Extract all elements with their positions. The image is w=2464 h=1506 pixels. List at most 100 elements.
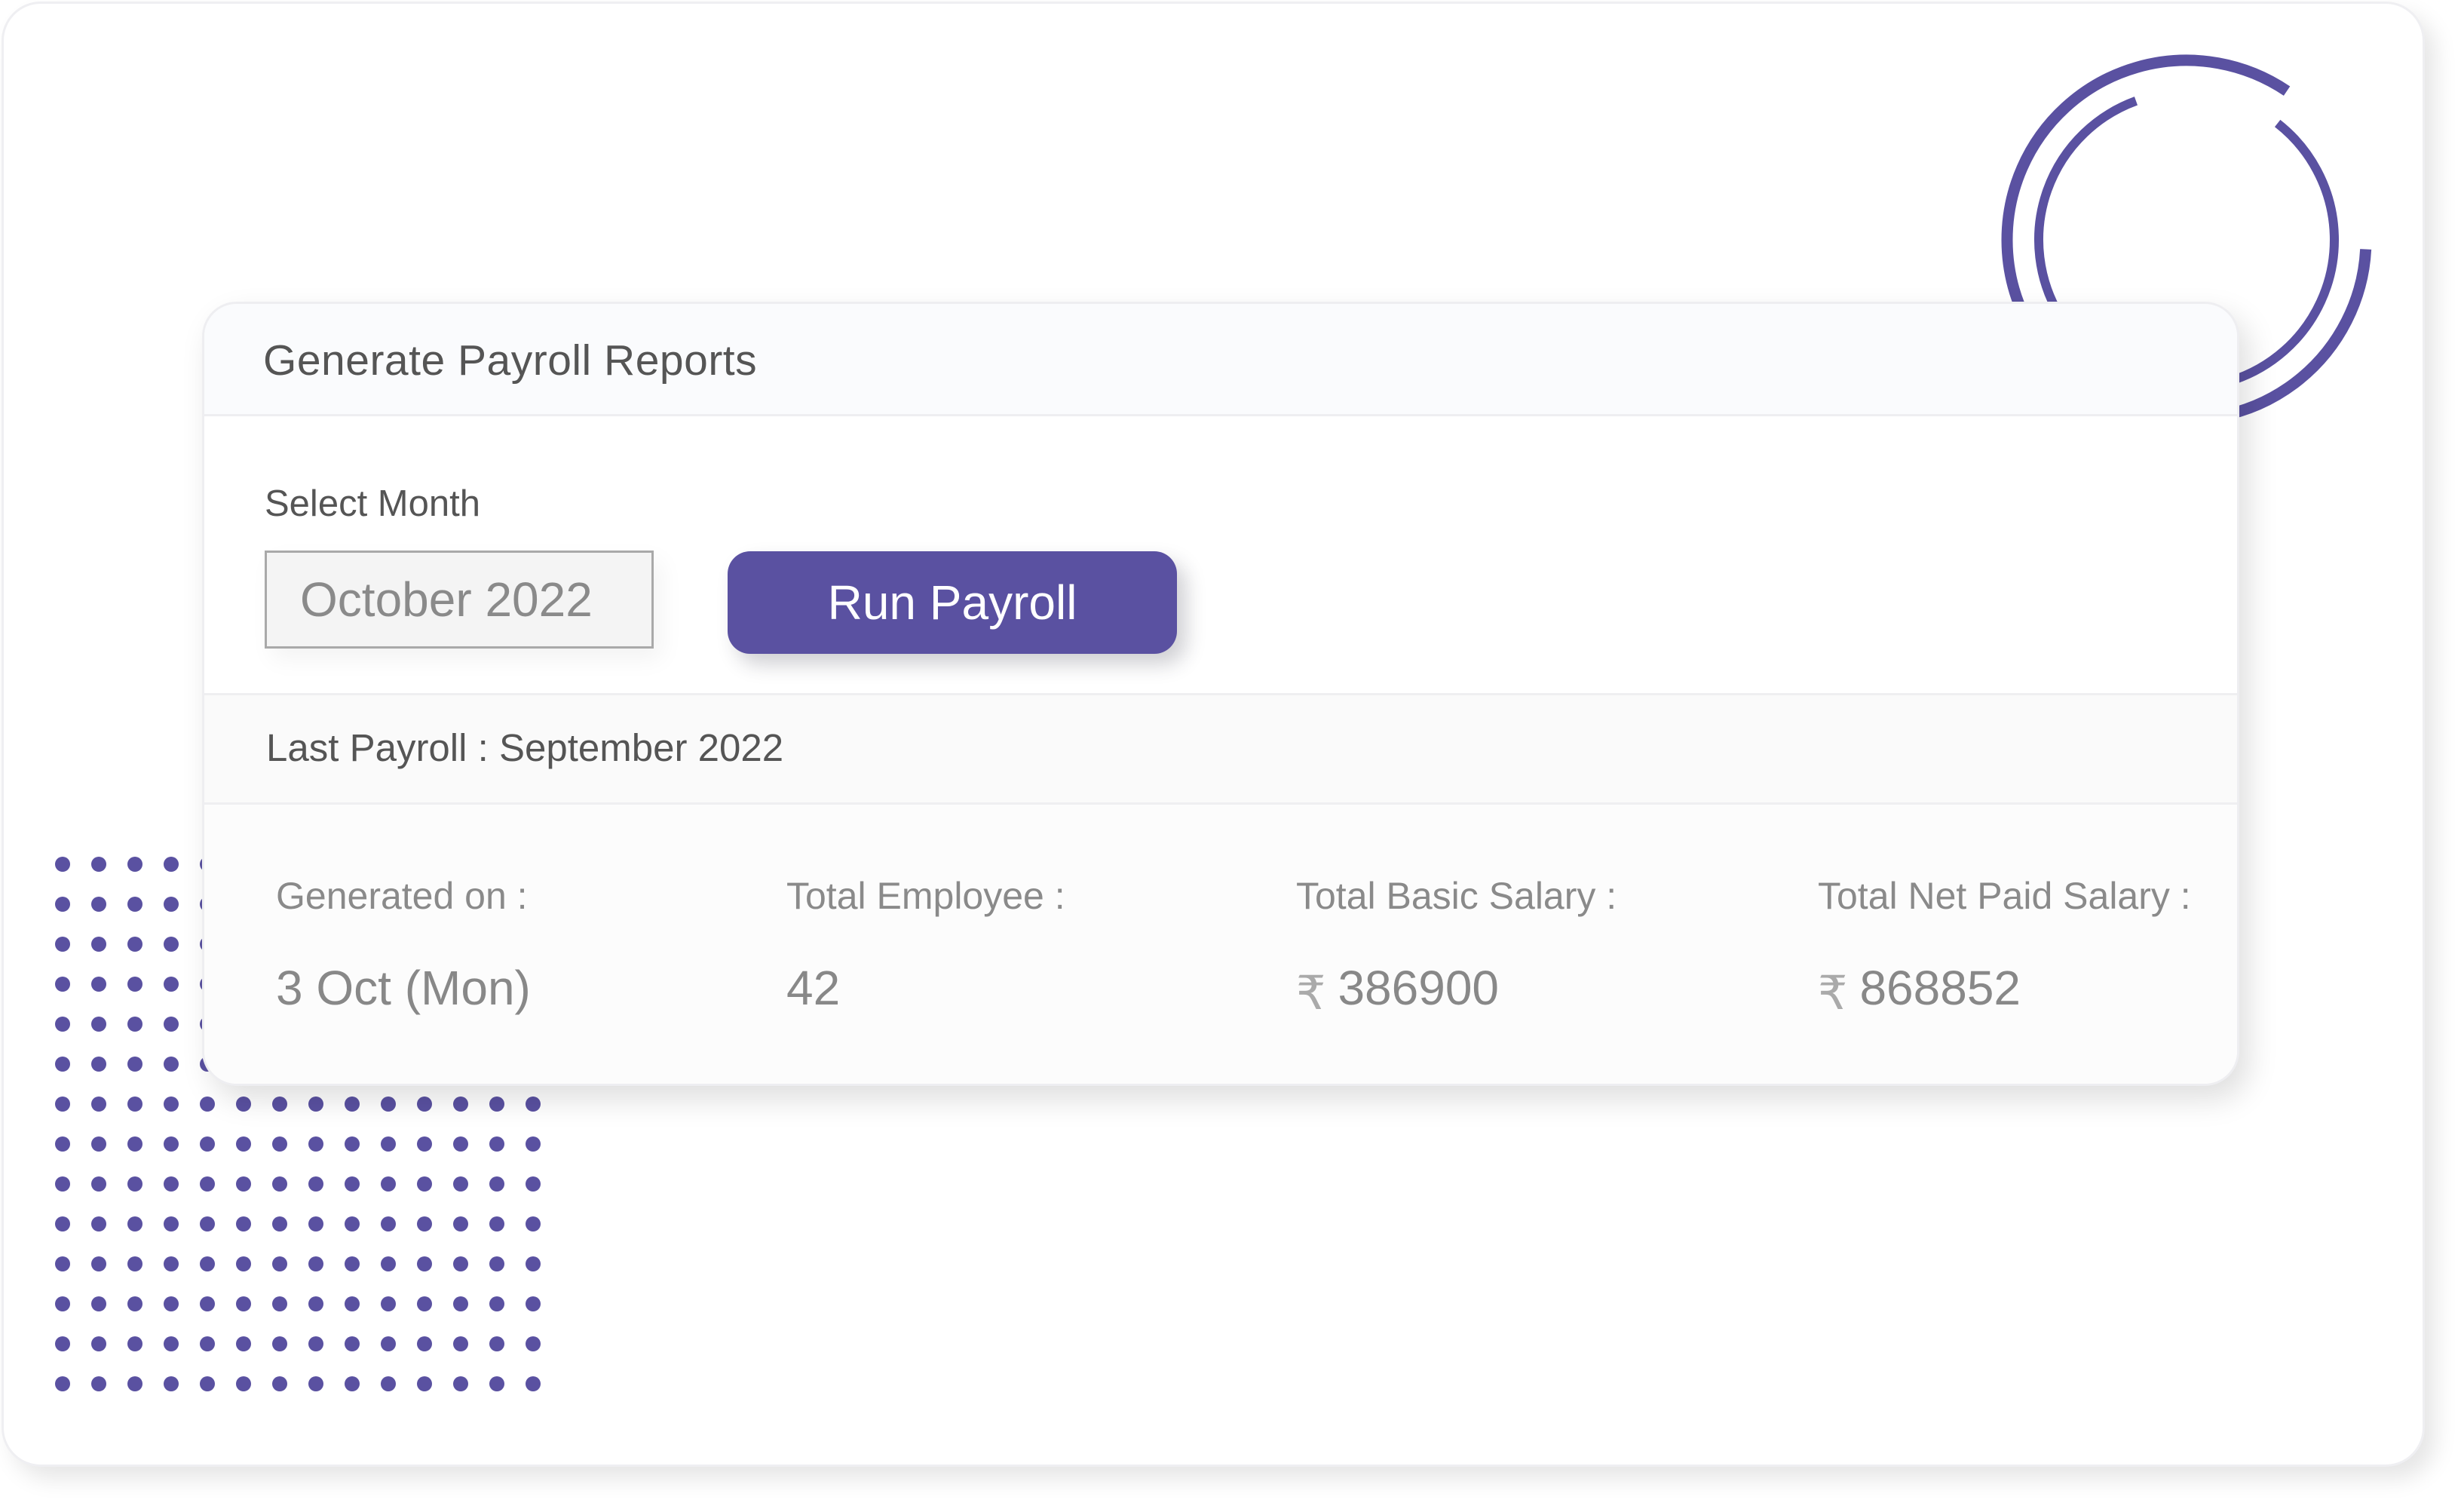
grid-dot [345,1376,360,1391]
grid-dot [55,1296,70,1311]
grid-dot [164,857,179,872]
grid-dot [55,1176,70,1192]
grid-dot [453,1097,468,1112]
grid-dot [127,937,143,952]
grid-dot [489,1256,504,1271]
stat-label: Total Net Paid Salary : [1818,875,2191,917]
grid-dot [526,1256,541,1271]
stat-value-text: 3 Oct (Mon) [276,961,531,1015]
grid-dot [453,1336,468,1351]
grid-dot [164,1017,179,1032]
grid-dot [127,1296,143,1311]
grid-dot [236,1176,251,1192]
grid-dot [417,1097,432,1112]
grid-dot [55,1216,70,1231]
grid-dot [236,1256,251,1271]
grid-dot [164,1296,179,1311]
grid-dot [91,977,106,992]
grid-dot [127,897,143,912]
grid-dot [91,1336,106,1351]
select-month-label: Select Month [265,483,480,524]
grid-dot [91,897,106,912]
last-payroll-text: Last Payroll : September 2022 [266,726,784,769]
stat-total-basic-salary: Total Basic Salary : ₹ 386900 [1296,874,1617,1020]
grid-dot [236,1136,251,1152]
grid-dot [526,1136,541,1152]
grid-dot [526,1376,541,1391]
grid-dot [55,1017,70,1032]
grid-dot [236,1376,251,1391]
grid-dot [91,857,106,872]
stat-total-employee: Total Employee : 42 [786,874,1065,1016]
grid-dot [453,1296,468,1311]
grid-dot [236,1216,251,1231]
grid-dot [164,1376,179,1391]
grid-dot [381,1136,396,1152]
grid-dot [164,937,179,952]
grid-dot [381,1176,396,1192]
grid-dot [489,1216,504,1231]
grid-dot [127,1376,143,1391]
grid-dot [489,1097,504,1112]
grid-dot [417,1336,432,1351]
grid-dot [164,1057,179,1072]
grid-dot [381,1256,396,1271]
grid-dot [127,1256,143,1271]
grid-dot [272,1336,287,1351]
grid-dot [417,1136,432,1152]
stat-value: 3 Oct (Mon) [276,960,531,1016]
month-input[interactable] [265,551,654,649]
grid-dot [55,1136,70,1152]
grid-dot [308,1256,323,1271]
grid-dot [453,1176,468,1192]
grid-dot [526,1097,541,1112]
grid-dot [236,1296,251,1311]
rupee-icon: ₹ [1818,967,1848,1020]
grid-dot [272,1136,287,1152]
stat-value: 42 [786,960,1065,1016]
grid-dot [200,1296,215,1311]
stat-label: Total Basic Salary : [1296,875,1617,917]
stat-label: Total Employee : [786,875,1065,917]
grid-dot [91,1376,106,1391]
grid-dot [127,857,143,872]
grid-dot [91,1136,106,1152]
grid-dot [236,1097,251,1112]
grid-dot [308,1176,323,1192]
grid-dot [272,1216,287,1231]
grid-dot [345,1256,360,1271]
grid-dot [164,1136,179,1152]
grid-dot [200,1256,215,1271]
grid-dot [453,1136,468,1152]
grid-dot [91,1176,106,1192]
last-payroll-section: Last Payroll : September 2022 [204,695,2237,805]
grid-dot [345,1176,360,1192]
grid-dot [164,1097,179,1112]
grid-dot [55,1097,70,1112]
grid-dot [308,1336,323,1351]
grid-dot [91,1017,106,1032]
grid-dot [164,977,179,992]
grid-dot [381,1216,396,1231]
grid-dot [55,937,70,952]
grid-dot [55,977,70,992]
grid-dot [489,1136,504,1152]
grid-dot [417,1376,432,1391]
grid-dot [164,1176,179,1192]
run-payroll-button[interactable]: Run Payroll [728,551,1177,654]
grid-dot [489,1176,504,1192]
grid-dot [272,1296,287,1311]
grid-dot [200,1136,215,1152]
grid-dot [127,1136,143,1152]
grid-dot [526,1176,541,1192]
grid-dot [526,1216,541,1231]
grid-dot [453,1216,468,1231]
grid-dot [453,1256,468,1271]
grid-dot [417,1256,432,1271]
grid-dot [272,1176,287,1192]
stat-value-text: 386900 [1338,961,1500,1015]
grid-dot [453,1376,468,1391]
grid-dot [200,1176,215,1192]
card-title: Generate Payroll Reports [263,336,758,385]
stat-value: ₹ 868852 [1818,960,2191,1020]
